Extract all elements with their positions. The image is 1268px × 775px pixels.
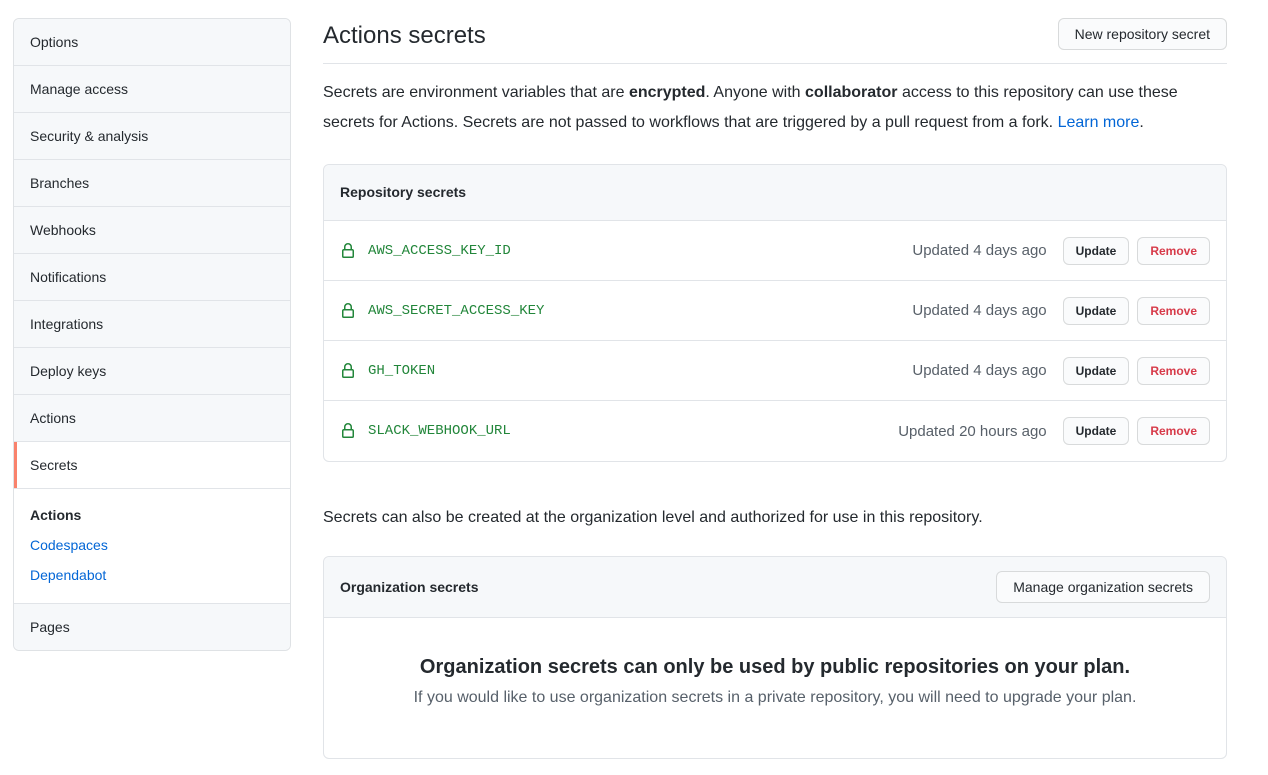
secrets-subnav: Actions Codespaces Dependabot (14, 489, 290, 604)
blankslate-title: Organization secrets can only be used by… (364, 652, 1186, 682)
sidebar-item-secrets[interactable]: Secrets (14, 442, 290, 489)
sidebar-item-branches[interactable]: Branches (14, 160, 290, 207)
secret-name: SLACK_WEBHOOK_URL (368, 423, 511, 439)
organization-secrets-header: Organization secrets Manage organization… (324, 557, 1226, 618)
remove-secret-button[interactable]: Remove (1137, 357, 1210, 385)
organization-secrets-box: Organization secrets Manage organization… (323, 556, 1227, 759)
organization-note: Secrets can also be created at the organ… (323, 506, 1227, 530)
lock-icon (340, 303, 356, 319)
subnav-item-actions[interactable]: Actions (30, 505, 274, 525)
update-secret-button[interactable]: Update (1063, 237, 1130, 265)
sidebar-item-security-analysis[interactable]: Security & analysis (14, 113, 290, 160)
page-title: Actions secrets (323, 18, 486, 54)
secret-updated: Updated 4 days ago (912, 362, 1046, 379)
secret-updated: Updated 20 hours ago (898, 423, 1046, 440)
update-secret-button[interactable]: Update (1063, 417, 1130, 445)
sidebar-item-integrations[interactable]: Integrations (14, 301, 290, 348)
secret-row: GH_TOKEN Updated 4 days ago Update Remov… (324, 341, 1226, 401)
settings-sidebar: Options Manage access Security & analysi… (13, 18, 291, 651)
secret-name: GH_TOKEN (368, 363, 435, 379)
secret-name: AWS_SECRET_ACCESS_KEY (368, 303, 544, 319)
intro-part1: Secrets are environment variables that a… (323, 84, 629, 101)
update-secret-button[interactable]: Update (1063, 297, 1130, 325)
sidebar-item-actions[interactable]: Actions (14, 395, 290, 442)
sidebar-item-pages[interactable]: Pages (14, 604, 290, 650)
secret-name: AWS_ACCESS_KEY_ID (368, 243, 511, 259)
blankslate-description: If you would like to use organization se… (364, 686, 1186, 710)
manage-organization-secrets-button[interactable]: Manage organization secrets (996, 571, 1210, 603)
lock-icon (340, 363, 356, 379)
new-repository-secret-button[interactable]: New repository secret (1058, 18, 1227, 50)
settings-page: Options Manage access Security & analysi… (0, 0, 1268, 775)
intro-bold-encrypted: encrypted (629, 84, 705, 101)
secret-row: AWS_SECRET_ACCESS_KEY Updated 4 days ago… (324, 281, 1226, 341)
learn-more-link[interactable]: Learn more (1058, 114, 1140, 131)
lock-icon (340, 423, 356, 439)
sidebar-item-webhooks[interactable]: Webhooks (14, 207, 290, 254)
remove-secret-button[interactable]: Remove (1137, 237, 1210, 265)
intro-bold-collaborator: collaborator (805, 84, 897, 101)
sidebar-item-manage-access[interactable]: Manage access (14, 66, 290, 113)
sidebar-item-options[interactable]: Options (14, 19, 290, 66)
update-secret-button[interactable]: Update (1063, 357, 1130, 385)
remove-secret-button[interactable]: Remove (1137, 297, 1210, 325)
subnav-item-codespaces[interactable]: Codespaces (30, 535, 274, 555)
organization-secrets-blankslate: Organization secrets can only be used by… (324, 618, 1226, 758)
main-content: Actions secrets New repository secret Se… (323, 18, 1227, 759)
subnav-item-dependabot[interactable]: Dependabot (30, 565, 274, 585)
repository-secrets-header: Repository secrets (324, 165, 1226, 221)
remove-secret-button[interactable]: Remove (1137, 417, 1210, 445)
main-header: Actions secrets New repository secret (323, 18, 1227, 64)
intro-text: Secrets are environment variables that a… (323, 78, 1227, 138)
repository-secrets-box: Repository secrets AWS_ACCESS_KEY_ID Upd… (323, 164, 1227, 462)
sidebar-item-notifications[interactable]: Notifications (14, 254, 290, 301)
lock-icon (340, 243, 356, 259)
intro-part2: . Anyone with (705, 84, 805, 101)
secret-updated: Updated 4 days ago (912, 242, 1046, 259)
intro-part4: . (1139, 114, 1143, 131)
organization-secrets-title: Organization secrets (340, 577, 479, 598)
secret-row: AWS_ACCESS_KEY_ID Updated 4 days ago Upd… (324, 221, 1226, 281)
sidebar-item-deploy-keys[interactable]: Deploy keys (14, 348, 290, 395)
secret-updated: Updated 4 days ago (912, 302, 1046, 319)
repository-secrets-title: Repository secrets (340, 182, 466, 203)
secret-row: SLACK_WEBHOOK_URL Updated 20 hours ago U… (324, 401, 1226, 461)
